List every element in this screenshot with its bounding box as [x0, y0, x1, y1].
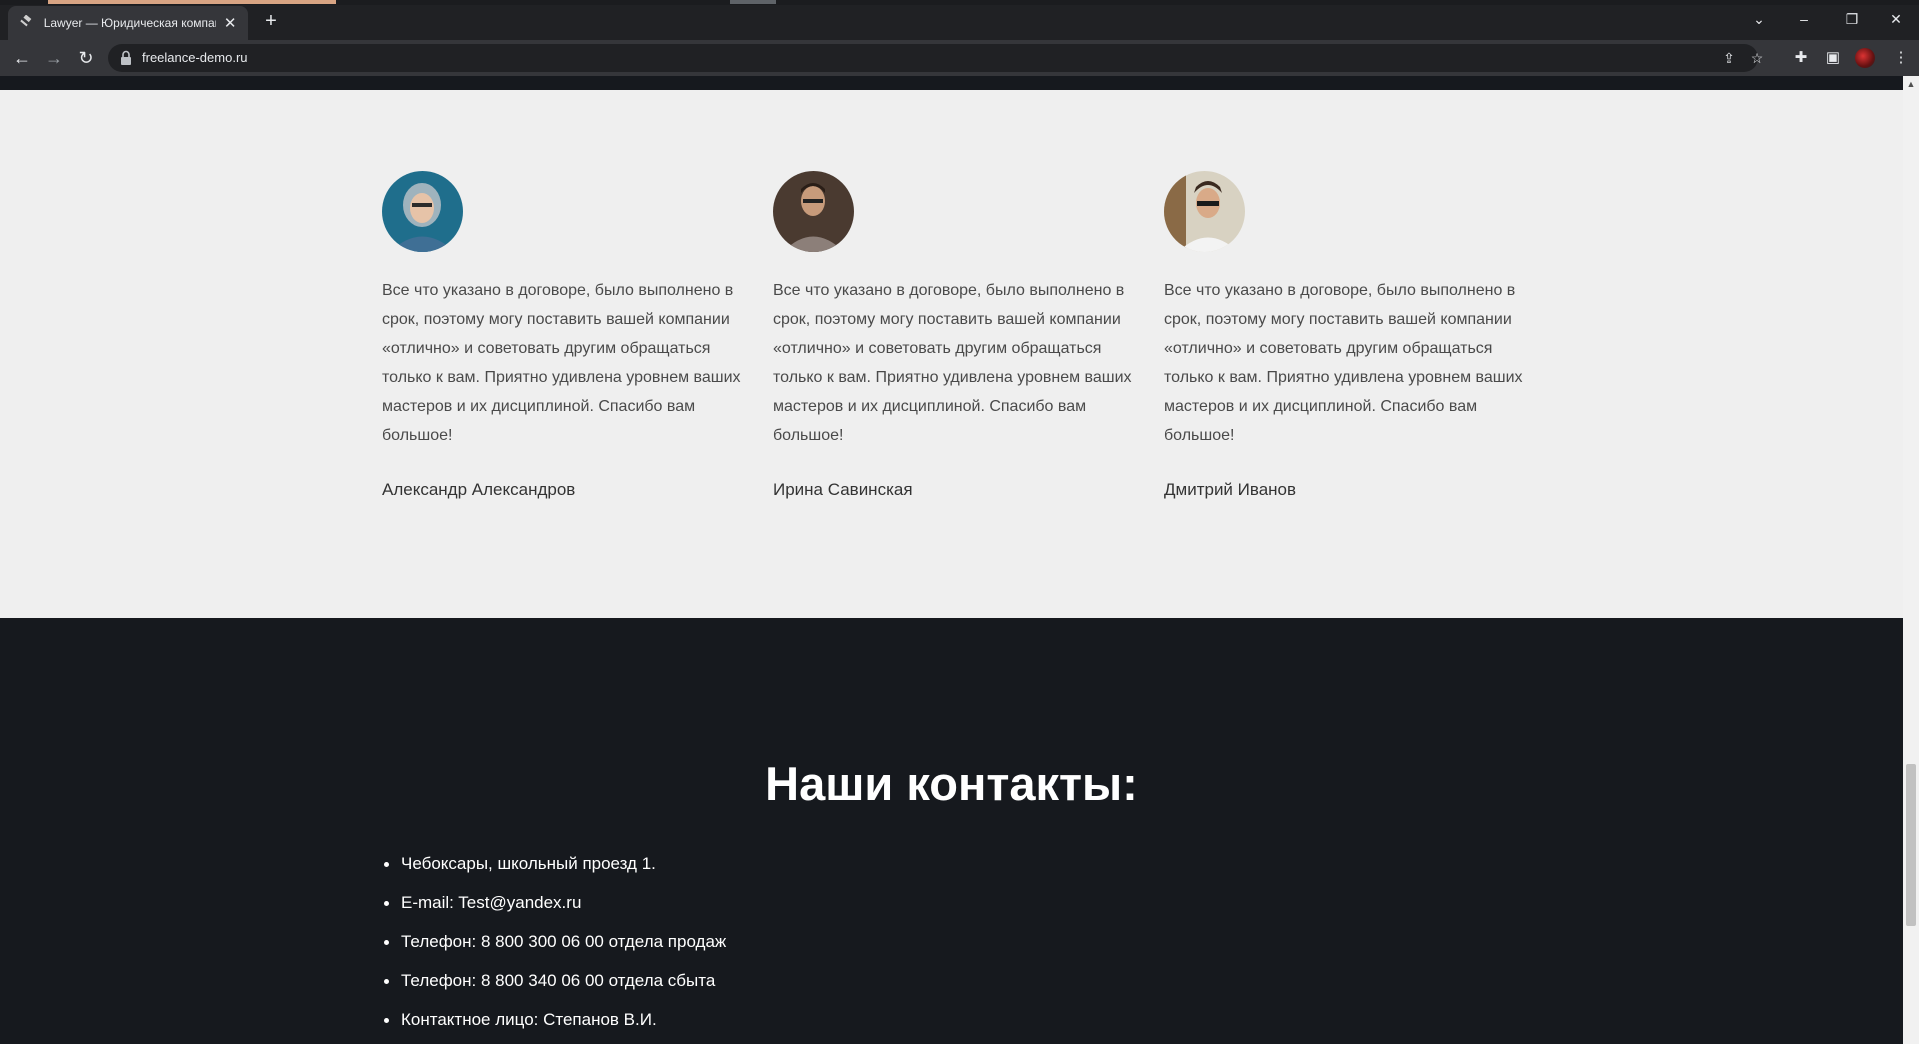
review-text: Все что указано в договоре, было выполне…	[1164, 282, 1523, 444]
tab-close-icon[interactable]: ✕	[222, 14, 238, 32]
contact-person: Контактное лицо: Степанов В.И.	[383, 1010, 726, 1044]
previous-section-edge	[0, 76, 1903, 90]
contacts-title: Наши контакты:	[765, 757, 1138, 810]
new-tab-icon[interactable]: +	[260, 10, 282, 32]
review-card: Все что указано в договоре, было выполне…	[1164, 171, 1524, 500]
profile-avatar[interactable]	[1855, 48, 1875, 68]
extensions-puzzle-icon[interactable]: ✚	[1790, 48, 1812, 68]
reviewer-photo	[382, 171, 463, 252]
side-panel-icon[interactable]: ▣	[1822, 48, 1844, 68]
web-page: Все что указано в договоре, было выполне…	[0, 76, 1903, 1044]
reviewer-photo	[1164, 171, 1245, 252]
contact-email: E-mail: Test@yandex.ru	[383, 893, 726, 932]
more-menu-icon[interactable]: ⋮	[1890, 48, 1912, 68]
browser-window: Lawyer — Юридическая компания ✕ + ⌄ – ❐ …	[0, 0, 1919, 1044]
scrollbar-thumb[interactable]	[1906, 764, 1916, 926]
contact-phone-distribution: Телефон: 8 800 340 06 00 отдела сбыта	[383, 971, 726, 1010]
address-bar[interactable]: freelance-demo.ru ⇪ ☆	[108, 44, 1763, 72]
gavel-icon	[18, 14, 34, 31]
review-author: Ирина Савинская	[773, 480, 913, 499]
review-card: Все что указано в договоре, было выполне…	[382, 171, 742, 500]
browser-toolbar: ← → ↻ freelance-demo.ru ⇪ ☆ ✚ ▣ ⋮	[0, 40, 1919, 76]
share-icon[interactable]: ⇪	[1718, 48, 1740, 68]
review-author: Дмитрий Иванов	[1164, 480, 1297, 499]
scroll-up-arrow-icon[interactable]: ▲	[1903, 76, 1919, 92]
contact-phone-sales: Телефон: 8 800 300 06 00 отдела продаж	[383, 932, 726, 971]
back-arrow-icon[interactable]: ←	[8, 44, 36, 72]
bookmark-star-icon[interactable]: ☆	[1746, 48, 1768, 68]
reviews-section: Все что указано в договоре, было выполне…	[0, 90, 1903, 618]
page-scrollbar[interactable]: ▲	[1903, 76, 1919, 1044]
contacts-list: Чебоксары, школьный проезд 1. E-mail: Te…	[383, 854, 726, 1044]
tab-active[interactable]: Lawyer — Юридическая компания ✕	[8, 6, 248, 40]
contact-address: Чебоксары, школьный проезд 1.	[383, 854, 726, 893]
minimize-icon[interactable]: –	[1784, 6, 1824, 32]
review-author: Александр Александров	[382, 480, 576, 499]
close-window-icon[interactable]: ✕	[1876, 6, 1916, 32]
review-text: Все что указано в договоре, было выполне…	[382, 282, 741, 444]
forward-arrow-icon[interactable]: →	[40, 44, 68, 72]
tab-title: Lawyer — Юридическая компания	[43, 16, 217, 30]
background-window-edge	[730, 0, 776, 4]
review-text: Все что указано в договоре, было выполне…	[773, 282, 1132, 444]
background-window-edge	[48, 0, 336, 4]
restore-icon[interactable]: ❐	[1832, 6, 1872, 32]
tab-strip-top-edge	[0, 0, 1919, 5]
reviewer-photo	[773, 171, 854, 252]
review-card: Все что указано в договоре, было выполне…	[773, 171, 1133, 500]
reload-icon[interactable]: ↻	[72, 44, 100, 72]
tab-strip: Lawyer — Юридическая компания ✕ + ⌄ – ❐ …	[0, 0, 1919, 40]
url-text: freelance-demo.ru	[142, 50, 248, 65]
tab-search-chevron-down-icon[interactable]: ⌄	[1739, 6, 1779, 32]
lock-icon	[121, 50, 131, 65]
contacts-section: Наши контакты: Чебоксары, школьный проез…	[0, 618, 1903, 1044]
